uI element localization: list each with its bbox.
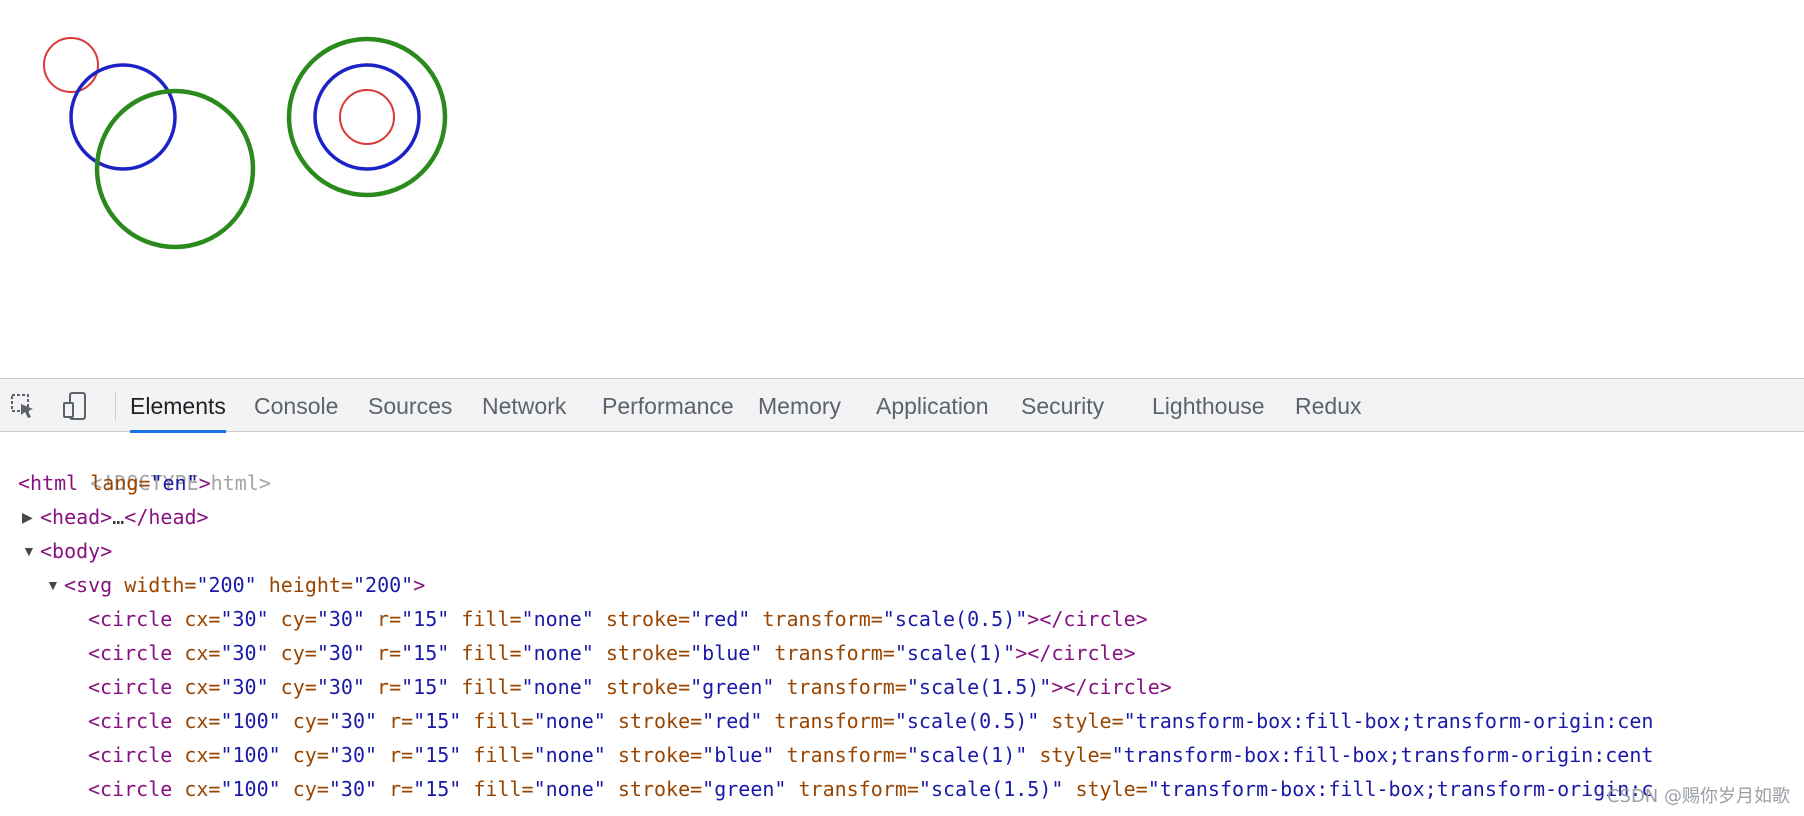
- circle-red-scaled: [43, 37, 99, 93]
- tab-performance[interactable]: Performance: [602, 379, 734, 432]
- tree-circle-5[interactable]: <circle cx="100" cy="30" r="15" fill="no…: [88, 738, 1653, 772]
- tab-elements[interactable]: Elements: [130, 379, 226, 433]
- circle-blue-scaled: [69, 63, 177, 171]
- devtools-panel: Elements Console Sources Network Performance…: [0, 378, 1804, 816]
- tab-console[interactable]: Console: [254, 379, 338, 432]
- circle-green-centered: [286, 36, 448, 198]
- tree-html[interactable]: <html lang="en">: [18, 466, 211, 500]
- tree-svg[interactable]: <svg width="200" height="200">: [64, 568, 425, 602]
- collapse-triangle-icon[interactable]: ▼: [22, 534, 36, 568]
- tab-redux[interactable]: Redux: [1295, 379, 1361, 432]
- circle-red-centered: [339, 89, 395, 145]
- toolbar-separator: [115, 391, 116, 421]
- page-viewport: [0, 0, 1804, 378]
- tab-lighthouse[interactable]: Lighthouse: [1152, 379, 1265, 432]
- tree-circle-6[interactable]: <circle cx="100" cy="30" r="15" fill="no…: [88, 772, 1653, 806]
- circles-svg: [43, 36, 448, 250]
- tree-circle-1[interactable]: <circle cx="30" cy="30" r="15" fill="non…: [88, 602, 1148, 636]
- tree-body[interactable]: <body>: [40, 534, 112, 568]
- tab-sources[interactable]: Sources: [368, 379, 452, 432]
- tree-circle-2[interactable]: <circle cx="30" cy="30" r="15" fill="non…: [88, 636, 1136, 670]
- tab-application[interactable]: Application: [876, 379, 989, 432]
- devtools-toolbar: Elements Console Sources Network Performance…: [0, 378, 1804, 433]
- collapse-triangle-icon[interactable]: ▼: [46, 568, 60, 602]
- tree-doctype[interactable]: <!DOCTYPE html>: [18, 432, 271, 495]
- expand-triangle-icon[interactable]: ▶: [22, 500, 33, 534]
- device-toggle-icon[interactable]: [60, 391, 90, 421]
- elements-tree: <!DOCTYPE html> <html lang="en"> ▶ <head…: [0, 432, 1804, 816]
- watermark: CSDN @赐你岁月如歌: [1606, 786, 1790, 807]
- tree-circle-4[interactable]: <circle cx="100" cy="30" r="15" fill="no…: [88, 704, 1653, 738]
- tab-memory[interactable]: Memory: [758, 379, 841, 432]
- cursor-select-icon[interactable]: [8, 391, 38, 421]
- tab-network[interactable]: Network: [482, 379, 566, 432]
- tree-circle-3[interactable]: <circle cx="30" cy="30" r="15" fill="non…: [88, 670, 1172, 704]
- tree-head[interactable]: <head>…</head>: [40, 500, 209, 534]
- circle-blue-centered: [313, 63, 421, 171]
- tab-security[interactable]: Security: [1021, 379, 1104, 432]
